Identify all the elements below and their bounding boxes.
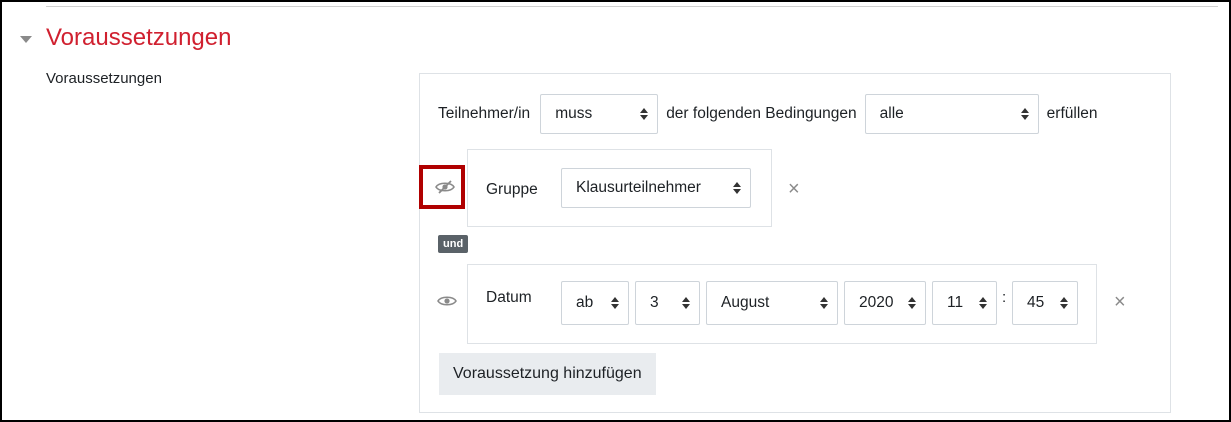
close-icon[interactable]: × [1114,292,1126,312]
date-year-select[interactable]: 2020 [844,281,926,325]
select-arrows-icon [733,182,741,194]
connector-badge: und [438,235,469,253]
group-select-value: Klausurteilnehmer [576,179,701,196]
add-restriction-button[interactable]: Voraussetzung hinzufügen [439,353,656,395]
field-label: Voraussetzungen [46,70,162,87]
select-arrows-icon [820,297,828,309]
header-prefix: Teilnehmer/in [438,105,531,122]
top-divider [46,6,1218,7]
select-arrows-icon [611,297,619,309]
select-arrows-icon [640,108,649,120]
date-minute-value: 45 [1027,294,1045,311]
date-direction-value: ab [576,294,594,311]
date-day-value: 3 [650,294,659,311]
eye-icon[interactable] [437,294,457,308]
section-header-availability[interactable]: Voraussetzungen [20,24,231,52]
date-month-value: August [721,294,770,311]
select-arrows-icon [979,297,987,309]
must-select[interactable]: muss [540,94,659,134]
close-icon[interactable]: × [788,179,800,199]
eye-slash-icon[interactable] [435,180,455,194]
restriction-header-row: Teilnehmer/in muss der folgenden Bedingu… [438,93,1106,135]
section-title: Voraussetzungen [46,24,232,51]
condition-group-box: Gruppe Klausurteilnehmer [467,149,772,227]
all-select-value: alle [879,105,904,122]
date-direction-select[interactable]: ab [561,281,629,325]
select-arrows-icon [1020,108,1029,120]
caret-down-icon [20,35,32,43]
date-year-value: 2020 [859,294,894,311]
date-month-select[interactable]: August [706,281,838,325]
header-middle-text: der folgenden Bedingungen [666,105,857,122]
date-day-select[interactable]: 3 [635,281,700,325]
date-hour-select[interactable]: 11 [932,281,997,325]
select-arrows-icon [682,297,690,309]
select-arrows-icon [1060,297,1068,309]
screenshot-frame: Voraussetzungen Voraussetzungen Teilnehm… [0,0,1231,422]
date-hour-value: 11 [947,294,964,311]
group-select[interactable]: Klausurteilnehmer [561,168,751,208]
condition-group-label: Gruppe [486,181,538,198]
all-select[interactable]: alle [864,94,1039,134]
header-suffix: erfüllen [1046,105,1098,122]
condition-date-label: Datum [486,289,532,306]
must-select-value: muss [555,105,593,122]
availability-panel: Teilnehmer/in muss der folgenden Bedingu… [419,73,1171,413]
date-minute-select[interactable]: 45 [1012,281,1078,325]
condition-date-box: Datum ab 3 August 2020 11 : 45 [467,264,1097,344]
select-arrows-icon [908,297,916,309]
time-separator: : [1002,289,1007,306]
